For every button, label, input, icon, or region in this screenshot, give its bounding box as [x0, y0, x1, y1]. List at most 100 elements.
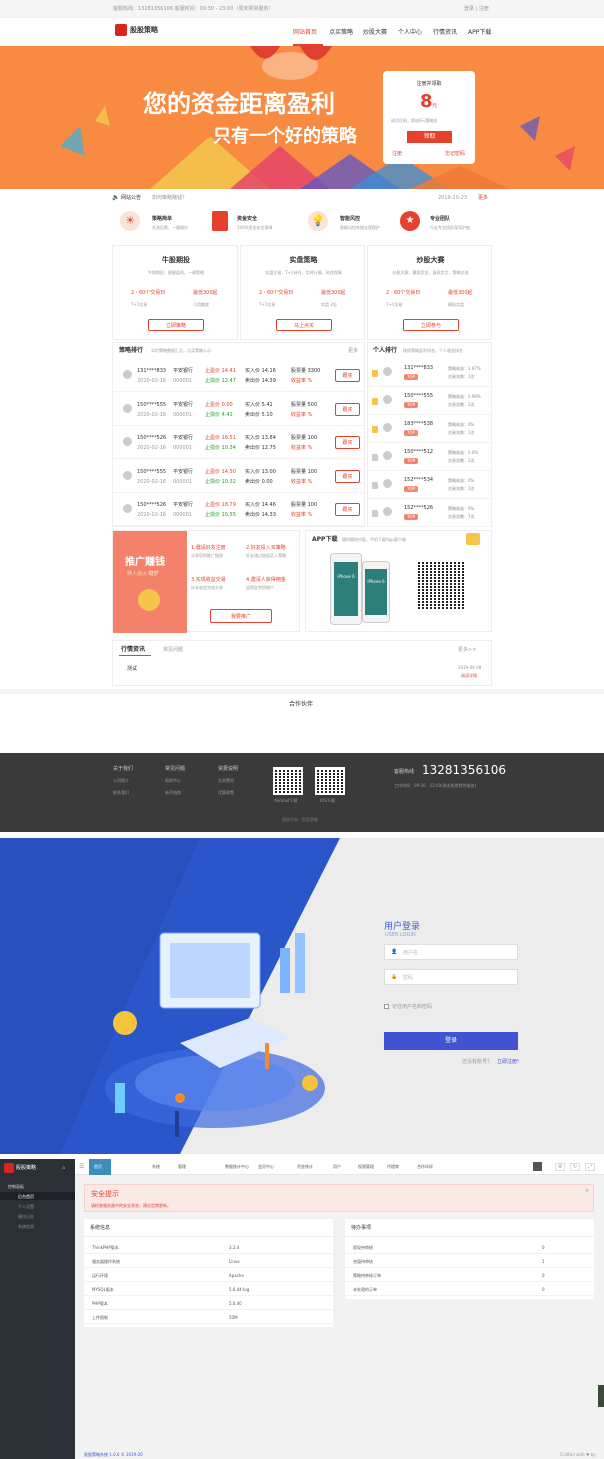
admin-tab[interactable]: 管理 — [178, 1164, 186, 1170]
admin-tab[interactable]: 权限管理 — [358, 1164, 374, 1170]
rank-user: 150****555 — [404, 393, 434, 399]
rank-tag: TOP — [404, 514, 418, 520]
sidebar-item-active[interactable]: 后台首页 — [0, 1192, 75, 1200]
promo-step-desc: 分享您的推广链接 — [191, 553, 223, 558]
password-field[interactable]: 🔒 密码 — [384, 969, 518, 985]
follow-button[interactable]: 跟买 — [335, 436, 360, 449]
nav-news[interactable]: 行情资讯 — [433, 29, 457, 36]
forgot-password-link[interactable]: 忘记密码 — [445, 151, 465, 157]
divider — [84, 1323, 333, 1324]
footer-link[interactable]: 联系我们 — [113, 790, 129, 796]
row-loss: 止损价 10.32 — [205, 478, 236, 485]
login-button[interactable]: 登录 — [384, 1032, 518, 1050]
product-button[interactable]: 立即策略 — [148, 319, 204, 331]
footer-link[interactable]: 优惠政策 — [218, 790, 234, 796]
admin-tab[interactable]: 用户 — [333, 1164, 341, 1170]
rank-stat: 策略收益：0% — [448, 506, 475, 511]
rank-medal-icon — [372, 454, 378, 461]
fullscreen-icon[interactable]: ⤢ — [585, 1163, 596, 1171]
news-item[interactable]: 测试 — [127, 666, 137, 672]
username-field[interactable]: 👤 用户名 — [384, 944, 518, 960]
follow-button[interactable]: 跟买 — [335, 369, 360, 382]
promo-step-desc: 好友通过链接买入策略 — [246, 553, 286, 558]
product-min: 最低300起 — [448, 290, 473, 296]
row-sell: 卖出价 14.39 — [245, 378, 276, 384]
app-title: APP下载 — [312, 536, 338, 543]
sidebar-item[interactable]: 个人设置 — [18, 1204, 34, 1210]
claim-button[interactable]: 领取 — [407, 131, 452, 143]
row-loss: 止损价 10.55 — [205, 512, 236, 518]
notice-more[interactable]: 更多 — [478, 195, 488, 201]
sun-icon: ☀ — [120, 211, 140, 231]
refresh-icon[interactable]: ↻ — [570, 1163, 581, 1171]
ranking-more[interactable]: 更多 — [348, 348, 358, 354]
product-button[interactable]: 立即参与 — [403, 319, 459, 331]
promote-button[interactable]: 我要推广 — [210, 609, 272, 623]
row-user: 150****555 — [137, 468, 167, 475]
coin-icon — [138, 589, 160, 611]
product-desc: 实盘交易，T+1持仓，实时行情，风控保障 — [265, 270, 342, 275]
side-handle[interactable] — [598, 1385, 604, 1407]
news-link[interactable]: 阅读详情 — [461, 673, 477, 679]
rank-stat: 交易次数：3次 — [448, 486, 475, 491]
info-key: 上传限制 — [92, 1315, 108, 1320]
footer-link[interactable]: 公司简介 — [113, 778, 129, 784]
sidebar-group-title[interactable]: 控制面板 — [8, 1184, 24, 1190]
nav-home[interactable]: 网站首页 — [293, 29, 317, 36]
follow-button[interactable]: 跟买 — [335, 402, 360, 416]
admin-tab-active[interactable]: 首页 — [89, 1159, 111, 1175]
follow-button[interactable]: 跟买 — [335, 503, 360, 516]
admin-tab[interactable]: 会员中心 — [258, 1164, 274, 1170]
footer-link[interactable]: 新手指南 — [165, 790, 181, 796]
main-nav: 股股策略 网站首页 点买策略 炒股大赛 个人中心 行情资讯 APP下载 — [0, 18, 604, 46]
follow-button[interactable]: 跟买 — [335, 469, 360, 483]
admin-tab[interactable]: 合作伙伴 — [417, 1164, 433, 1170]
ranking-sub: 实时策略数据汇总，点买策略公示 — [151, 348, 211, 353]
settings-icon[interactable]: ⚙ — [555, 1163, 566, 1171]
news-tab-active[interactable]: 行情资讯 — [121, 646, 145, 653]
admin-tab[interactable]: 系统 — [152, 1164, 160, 1170]
list-item: 150****512 TOP 策略收益：0.0% 交易次数：2次 — [368, 444, 493, 471]
admin-logo-text: 股股策略 — [16, 1165, 37, 1171]
footer-link[interactable]: 交易费用 — [218, 778, 234, 784]
row-date: 2020-02-16 — [137, 445, 167, 451]
admin-tab[interactable]: 代理商 — [387, 1164, 399, 1170]
avatar-icon — [383, 395, 392, 404]
footer-link[interactable]: 帮助中心 — [165, 778, 181, 784]
divider — [345, 1253, 594, 1254]
notice-date: 2019-10-23 — [438, 195, 468, 201]
news-panel: 行情资讯 常见问题 更多>> 测试 2019-04-08 阅读详情 — [112, 640, 492, 686]
register-link[interactable]: 注册 — [392, 151, 402, 157]
info-key: 服务器操作系统 — [92, 1259, 120, 1264]
close-icon[interactable]: × — [585, 1188, 589, 1194]
sidebar-collapse-icon[interactable]: ⌂ — [62, 1165, 65, 1171]
divider — [345, 1281, 594, 1282]
login-register-links[interactable]: 登录 | 注册 — [464, 6, 489, 12]
row-win: 止盈价 14.41 — [205, 368, 236, 374]
ranking-title: 策略排行 — [119, 347, 144, 354]
news-tab[interactable]: 常见问题 — [163, 647, 183, 653]
admin-tab[interactable]: 数据统计中心 — [225, 1164, 249, 1170]
sidebar-item[interactable]: 操作日志 — [18, 1214, 34, 1220]
avatar-icon — [123, 504, 132, 513]
partners-title: 合作伙伴 — [289, 701, 314, 708]
product-button[interactable]: 马上点买 — [276, 319, 332, 331]
notice-text[interactable]: 如何策略赚钱？ — [152, 195, 187, 201]
phone-mockup: iPhone 6 — [330, 553, 362, 625]
door-icon — [212, 211, 228, 231]
nav-contest[interactable]: 炒股大赛 — [363, 29, 387, 36]
user-avatar[interactable] — [533, 1162, 542, 1171]
product-days: 2 · 60个交易日 — [386, 290, 421, 296]
admin-tab[interactable]: 资金统计 — [297, 1164, 313, 1170]
nav-app[interactable]: APP下载 — [468, 29, 491, 36]
remember-checkbox[interactable] — [384, 1004, 389, 1009]
news-more[interactable]: 更多>> — [458, 647, 476, 653]
nav-center[interactable]: 个人中心 — [398, 29, 422, 36]
nav-strategy[interactable]: 点买策略 — [329, 29, 353, 36]
menu-toggle-icon[interactable]: ☰ — [79, 1163, 84, 1170]
product-min: 最低300起 — [321, 290, 346, 296]
register-now-link[interactable]: 立即注册! — [497, 1059, 519, 1065]
product-card: 牛股期投 牛股期投，稳健盈利，一键策略 2 · 60个交易日 最低300起 T+… — [112, 245, 238, 340]
sidebar-item[interactable]: 系统信息 — [18, 1224, 34, 1230]
row-qty: 股票量 100 — [291, 435, 318, 441]
